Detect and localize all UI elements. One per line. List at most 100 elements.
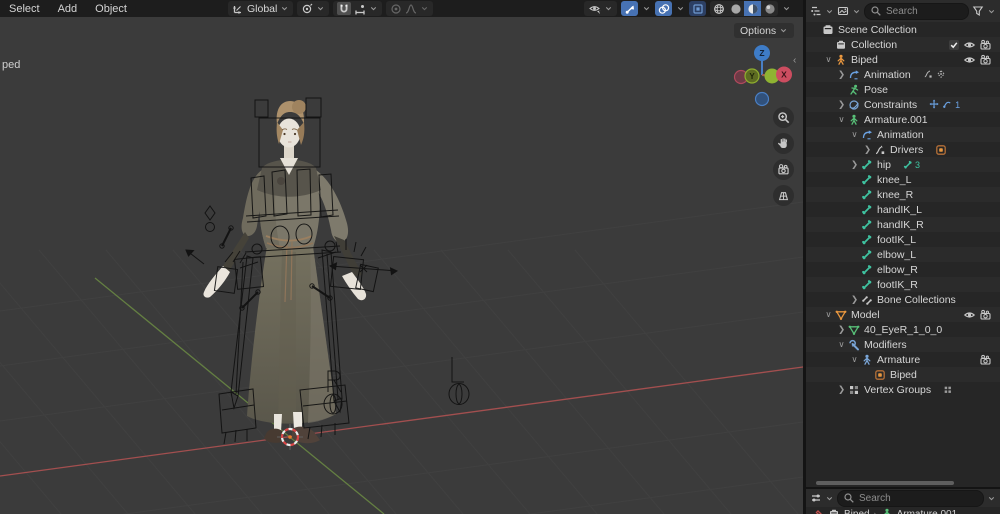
- disable-render-camera-icon[interactable]: [979, 54, 992, 66]
- outliner-row[interactable]: Biped: [806, 367, 1000, 382]
- outliner-row[interactable]: knee_R: [806, 187, 1000, 202]
- editor-type-dropdown[interactable]: [825, 494, 834, 503]
- outliner-item-label: handIK_L: [877, 204, 922, 216]
- disable-render-camera-icon[interactable]: [979, 309, 992, 321]
- outliner-row[interactable]: handIK_R: [806, 217, 1000, 232]
- transform-orientation-dropdown[interactable]: Global: [228, 1, 293, 16]
- overlays-toggle[interactable]: [655, 1, 672, 16]
- overlays-dropdown[interactable]: [676, 4, 685, 13]
- expander-open-icon[interactable]: ∨: [849, 129, 860, 140]
- outliner-row[interactable]: ❯Animation: [806, 67, 1000, 82]
- outliner-row[interactable]: Scene Collection: [806, 22, 1000, 37]
- shading-dropdown[interactable]: [782, 4, 791, 13]
- expander-open-icon[interactable]: ∨: [836, 114, 847, 125]
- expander-closed-icon[interactable]: ❯: [849, 159, 860, 170]
- snap-magnet-toggle[interactable]: [337, 2, 351, 15]
- outliner-row[interactable]: ∨Modifiers: [806, 337, 1000, 352]
- box-icon: [834, 39, 848, 51]
- shading-wireframe-button[interactable]: [710, 1, 727, 16]
- snap-target-icon[interactable]: [354, 3, 366, 15]
- shading-rendered-button[interactable]: [761, 1, 778, 16]
- menu-add[interactable]: Add: [49, 3, 87, 15]
- outliner-row[interactable]: ∨ Armature.001: [806, 112, 1000, 127]
- pin-icon[interactable]: [812, 508, 824, 514]
- hide-viewport-eye-icon[interactable]: [963, 54, 976, 66]
- horizontal-scrollbar[interactable]: [816, 481, 954, 485]
- checkbox-checked-icon[interactable]: [948, 39, 960, 51]
- outliner-row[interactable]: ❯ Bone Collections: [806, 292, 1000, 307]
- outliner-row[interactable]: ∨Armature: [806, 352, 1000, 367]
- outliner-row[interactable]: elbow_L: [806, 247, 1000, 262]
- shading-solid-button[interactable]: [727, 1, 744, 16]
- outliner-row[interactable]: ∨Model: [806, 307, 1000, 322]
- disable-render-camera-icon[interactable]: [979, 354, 992, 366]
- hide-viewport-eye-icon[interactable]: [963, 309, 976, 321]
- expander-open-icon[interactable]: ∨: [823, 54, 834, 65]
- outliner-header: Search: [806, 0, 1000, 22]
- outliner-row[interactable]: knee_L: [806, 172, 1000, 187]
- bonecoll-icon: [860, 294, 874, 306]
- outliner-item-label: Armature.001: [864, 114, 928, 126]
- outliner-row[interactable]: ❯Vertex Groups: [806, 382, 1000, 397]
- outliner-row[interactable]: footIK_R: [806, 277, 1000, 292]
- breadcrumb-object[interactable]: Biped: [844, 509, 870, 514]
- breadcrumb-separator: ›: [874, 509, 877, 514]
- disable-render-camera-icon[interactable]: [979, 39, 992, 51]
- camera-view-button[interactable]: [773, 159, 794, 180]
- display-mode-button[interactable]: [837, 5, 849, 17]
- viewport-canvas[interactable]: [0, 0, 803, 514]
- outliner-tree: Scene CollectionCollection∨Biped❯Animati…: [806, 22, 1000, 397]
- snap-settings-dropdown[interactable]: [297, 1, 329, 16]
- filter-icon[interactable]: [972, 5, 984, 17]
- expander-closed-icon[interactable]: ❯: [836, 324, 847, 335]
- editor-type-dropdown[interactable]: [825, 7, 834, 16]
- outliner-item-label: Biped: [851, 54, 878, 66]
- shading-material-button[interactable]: [744, 1, 761, 16]
- expander-closed-icon[interactable]: ❯: [836, 69, 847, 80]
- outliner-item-label: Bone Collections: [877, 294, 956, 306]
- display-mode-dropdown[interactable]: [852, 7, 861, 16]
- object-visibility-dropdown[interactable]: [584, 1, 617, 16]
- gizmo-minus-z-ball[interactable]: [756, 93, 769, 106]
- options-dropdown[interactable]: Options: [734, 23, 794, 38]
- expander-closed-icon[interactable]: ❯: [849, 294, 860, 305]
- outliner-row[interactable]: Collection: [806, 37, 1000, 52]
- editor-type-button[interactable]: [810, 5, 822, 17]
- proportional-edit-toggle[interactable]: [390, 3, 402, 15]
- outliner-row[interactable]: ∨ Biped: [806, 52, 1000, 67]
- gizmos-dropdown[interactable]: [642, 4, 651, 13]
- expander-open-icon[interactable]: ∨: [849, 354, 860, 365]
- pan-hand-button[interactable]: [773, 133, 794, 154]
- falloff-curve-icon[interactable]: [405, 3, 417, 15]
- expander-open-icon[interactable]: ∨: [836, 339, 847, 350]
- properties-search-input[interactable]: Search: [837, 490, 984, 507]
- outliner-row[interactable]: footIK_L: [806, 232, 1000, 247]
- editor-type-button[interactable]: [810, 492, 822, 504]
- outliner-row[interactable]: ❯40_EyeR_1_0_0: [806, 322, 1000, 337]
- outliner-row[interactable]: Pose: [806, 82, 1000, 97]
- menu-select[interactable]: Select: [0, 3, 49, 15]
- 3d-viewport[interactable]: Select Add Object Global: [0, 0, 803, 514]
- outliner-row[interactable]: ∨Animation: [806, 127, 1000, 142]
- expander-closed-icon[interactable]: ❯: [836, 99, 847, 110]
- outliner-row[interactable]: ❯Constraints1: [806, 97, 1000, 112]
- outliner-row[interactable]: ❯Drivers: [806, 142, 1000, 157]
- expander-closed-icon[interactable]: ❯: [836, 384, 847, 395]
- search-icon: [843, 492, 855, 504]
- outliner-row[interactable]: ❯hip3: [806, 157, 1000, 172]
- header-options-dropdown[interactable]: [987, 494, 996, 503]
- breadcrumb-data[interactable]: Armature.001: [897, 509, 958, 514]
- gizmos-toggle[interactable]: [621, 1, 638, 16]
- outliner-row[interactable]: elbow_R: [806, 262, 1000, 277]
- orthographic-toggle-button[interactable]: [773, 185, 794, 206]
- xray-toggle[interactable]: [689, 1, 706, 16]
- expander-open-icon[interactable]: ∨: [823, 309, 834, 320]
- navigation-gizmo[interactable]: Y Z X: [726, 40, 802, 112]
- zoom-button[interactable]: [773, 107, 794, 128]
- outliner-search-input[interactable]: Search: [864, 3, 969, 20]
- expander-closed-icon[interactable]: ❯: [862, 144, 873, 155]
- hide-viewport-eye-icon[interactable]: [963, 39, 976, 51]
- filter-dropdown[interactable]: [987, 7, 996, 16]
- menu-object[interactable]: Object: [86, 3, 136, 15]
- outliner-row[interactable]: handIK_L: [806, 202, 1000, 217]
